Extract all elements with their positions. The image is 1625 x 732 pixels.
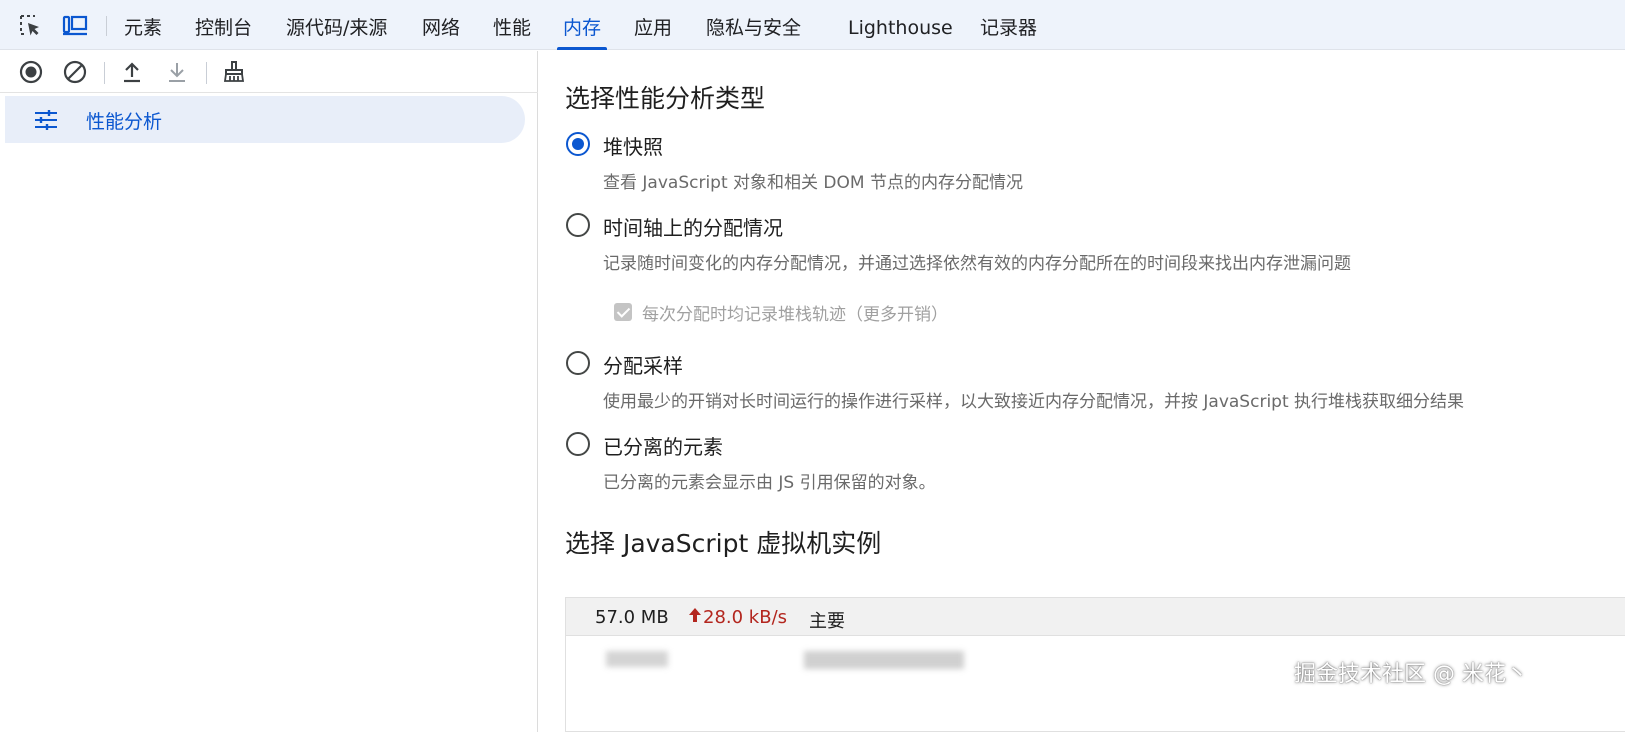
tab-sources[interactable]: 源代码/来源 [286,0,387,50]
tab-console[interactable]: 控制台 [195,0,252,50]
tab-performance[interactable]: 性能 [493,0,531,50]
tab-network[interactable]: 网络 [422,0,460,50]
radio-allocation-sampling[interactable] [566,351,590,375]
garbage-collect-icon[interactable] [219,57,249,87]
tab-application[interactable]: 应用 [634,0,672,50]
vm-instance-row[interactable]: 57.0 MB 28.0 kB/s 主要 [566,598,1625,636]
radio-heap-snapshot[interactable] [566,132,590,156]
record-stack-traces-checkbox[interactable] [614,303,632,321]
vm-allocation-rate-value: 28.0 kB/s [703,607,788,628]
option-desc-allocation-sampling: 使用最少的开销对长时间运行的操作进行采样，以大致接近内存分配情况，并按 Java… [603,392,1465,412]
toolbar-separator [206,62,207,84]
arrow-up-icon [689,607,701,628]
blurred-url [804,651,964,669]
profiling-type-title: 选择性能分析类型 [565,84,766,113]
device-toolbar-icon[interactable] [61,12,89,40]
record-icon[interactable] [16,57,46,87]
record-stack-traces-label: 每次分配时均记录堆栈轨迹（更多开销） [642,305,948,325]
vm-heap-size: 57.0 MB [595,607,669,628]
option-desc-allocation-timeline: 记录随时间变化的内存分配情况，并通过选择依然有效的内存分配所在的时间段来找出内存… [603,254,1351,274]
clear-icon[interactable] [60,57,90,87]
memory-toolbar [0,51,538,93]
profile-launcher: 选择性能分析类型 堆快照 查看 JavaScript 对象和相关 DOM 节点的… [539,51,1625,732]
tab-privacy-security[interactable]: 隐私与安全 [706,0,801,50]
vm-instance-name: 主要 [809,611,845,632]
tab-memory[interactable]: 内存 [556,0,608,50]
tab-recorder[interactable]: 记录器 [980,0,1037,50]
tab-lighthouse[interactable]: Lighthouse [848,0,953,50]
sidebar-item-profiling[interactable]: 性能分析 [5,96,525,143]
option-label-heap-snapshot[interactable]: 堆快照 [603,131,663,160]
option-desc-detached-elements: 已分离的元素会显示由 JS 引用保留的对象。 [603,473,936,493]
option-label-allocation-timeline[interactable]: 时间轴上的分配情况 [603,212,783,241]
vm-allocation-rate: 28.0 kB/s [689,607,787,628]
inspect-element-icon[interactable] [17,12,45,40]
tab-separator [106,16,107,36]
upload-icon[interactable] [117,57,147,87]
watermark: 掘金技术社区 @ 米花丶 [1294,662,1528,687]
radio-allocation-timeline[interactable] [566,213,590,237]
download-icon[interactable] [162,57,192,87]
sliders-icon [33,108,59,132]
sidebar-item-label: 性能分析 [86,111,163,133]
devtools-tab-bar: 元素 控制台 源代码/来源 网络 性能 内存 应用 隐私与安全 Lighthou… [0,0,1625,50]
blurred-value [606,651,668,667]
profiles-sidebar: 性能分析 [0,51,538,732]
radio-detached-elements[interactable] [566,432,590,456]
option-label-allocation-sampling[interactable]: 分配采样 [603,350,683,379]
option-label-detached-elements[interactable]: 已分离的元素 [603,431,723,460]
vm-instance-title: 选择 JavaScript 虚拟机实例 [565,529,882,558]
tab-elements[interactable]: 元素 [124,0,162,50]
toolbar-separator [104,62,105,84]
option-desc-heap-snapshot: 查看 JavaScript 对象和相关 DOM 节点的内存分配情况 [603,173,1023,193]
